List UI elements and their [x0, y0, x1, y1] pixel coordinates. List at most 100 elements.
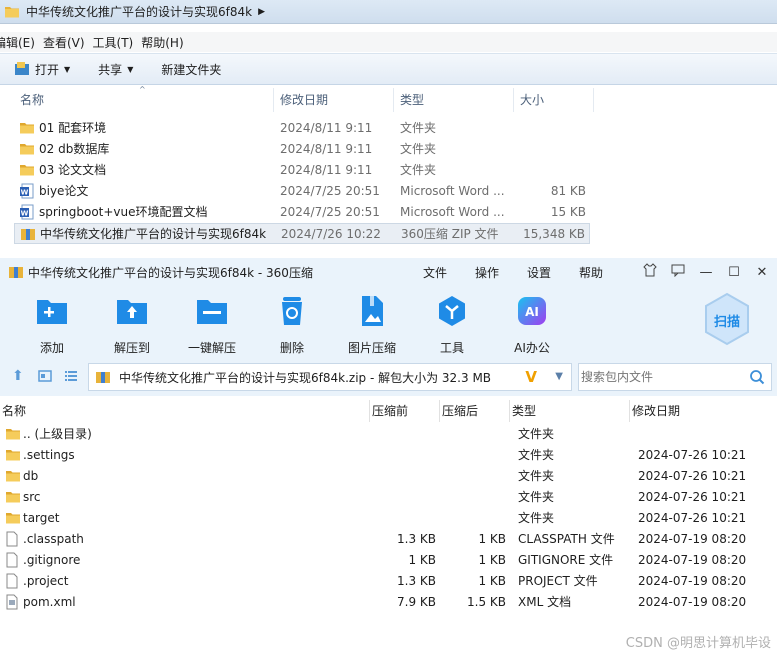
- image-compress-button[interactable]: 图片压缩: [332, 294, 412, 356]
- zip-row-name: .. (上级目录): [23, 427, 92, 441]
- explorer-row-name: 02 db数据库: [39, 142, 110, 156]
- thumbnail-view-icon[interactable]: [38, 369, 52, 386]
- zip-header-name[interactable]: 名称: [0, 400, 370, 422]
- zip-row[interactable]: .. (上级目录) 文件夹: [0, 424, 777, 445]
- zip-row-name: .gitignore: [23, 553, 81, 567]
- new-folder-button[interactable]: 新建文件夹: [147, 57, 235, 81]
- zip-row[interactable]: .settings 文件夹 2024-07-26 10:21: [0, 445, 777, 466]
- share-button[interactable]: 共享 ▼: [84, 57, 147, 81]
- zip-row-before: [370, 487, 436, 508]
- vip-v-icon[interactable]: V: [525, 368, 537, 386]
- image-compress-label: 图片压缩: [347, 341, 396, 355]
- zip-row-name: src: [23, 490, 41, 504]
- explorer-row-date: 2024/7/25 20:51: [280, 184, 380, 198]
- header-date[interactable]: 修改日期: [274, 88, 394, 112]
- zip-menu-action[interactable]: 操作: [461, 264, 513, 281]
- open-app-icon: [15, 62, 29, 75]
- explorer-row-date: 2024/8/11 9:11: [280, 163, 373, 177]
- zip-menu-help[interactable]: 帮助: [565, 264, 617, 281]
- zip-row-before: [370, 424, 436, 445]
- tools-button[interactable]: 工具: [412, 294, 492, 356]
- scan-button[interactable]: 扫描: [703, 292, 751, 346]
- zip-row-before: [370, 445, 436, 466]
- chevron-right-icon[interactable]: ▶: [258, 7, 265, 17]
- zip-menu-file[interactable]: 文件: [409, 264, 461, 281]
- skin-icon[interactable]: [639, 263, 661, 281]
- folder-icon: [5, 6, 19, 17]
- zip-row-type: XML 文档: [518, 595, 572, 609]
- zip-row-after: 1 KB: [478, 532, 506, 546]
- ai-office-button[interactable]: AI AI办公: [492, 294, 572, 356]
- zip-row-name: db: [23, 469, 39, 483]
- zip-header-before[interactable]: 压缩前: [370, 400, 440, 422]
- image-compress-icon: [362, 296, 383, 326]
- zip-header-after-label: 压缩后: [442, 404, 479, 418]
- explorer-row-size: 15 KB: [550, 205, 586, 219]
- zip-file-icon: [96, 372, 110, 383]
- feedback-icon[interactable]: [667, 263, 689, 281]
- zip-row[interactable]: .project 1.3 KB 1 KB PROJECT 文件 2024-07-19 0…: [0, 571, 777, 592]
- explorer-address-bar[interactable]: 中华传统文化推广平台的设计与实现6f84k ▶: [0, 0, 777, 24]
- zip-row[interactable]: target 文件夹 2024-07-26 10:21: [0, 508, 777, 529]
- delete-button[interactable]: 删除: [252, 294, 332, 356]
- explorer-row[interactable]: 03 论文文档 2024/8/11 9:11 文件夹: [14, 160, 590, 181]
- zip-row-after: 1 KB: [478, 574, 506, 588]
- header-size[interactable]: 大小: [514, 88, 594, 112]
- menu-help[interactable]: 帮助(H): [141, 34, 191, 51]
- zip-row-after: [440, 508, 506, 529]
- open-button[interactable]: 打开 ▼: [0, 57, 84, 81]
- zip-header-date[interactable]: 修改日期: [630, 400, 777, 422]
- explorer-row-type: 文件夹: [400, 121, 437, 135]
- zip-row[interactable]: .classpath 1.3 KB 1 KB CLASSPATH 文件 2024-07-…: [0, 529, 777, 550]
- zip-header-type-label: 类型: [512, 404, 537, 418]
- zip-header-after[interactable]: 压缩后: [440, 400, 510, 422]
- folder-icon: [19, 141, 35, 157]
- explorer-menubar: 编辑(E) 查看(V) 工具(T) 帮助(H): [0, 32, 777, 52]
- add-button[interactable]: 添加: [12, 294, 92, 356]
- search-icon[interactable]: [749, 369, 765, 388]
- header-name-label: 名称: [20, 93, 45, 107]
- tools-label: 工具: [439, 341, 464, 355]
- extract-to-button[interactable]: 解压到: [92, 294, 172, 356]
- zip-header-name-label: 名称: [2, 404, 27, 418]
- explorer-row[interactable]: 01 配套环境 2024/8/11 9:11 文件夹: [14, 118, 590, 139]
- address-path: 中华传统文化推广平台的设计与实现6f84k: [26, 5, 253, 19]
- dropdown-arrow-icon[interactable]: ▼: [555, 371, 563, 382]
- zip-row[interactable]: .gitignore 1 KB 1 KB GITIGNORE 文件 2024-07-19…: [0, 550, 777, 571]
- search-input[interactable]: [581, 370, 741, 384]
- zip-search-box[interactable]: [578, 363, 772, 391]
- menu-view[interactable]: 查看(V): [43, 34, 93, 51]
- menu-edit[interactable]: 编辑(E): [0, 34, 43, 51]
- explorer-row[interactable]: 02 db数据库 2024/8/11 9:11 文件夹: [14, 139, 590, 160]
- explorer-row-name: 中华传统文化推广平台的设计与实现6f84k: [40, 227, 267, 241]
- share-label: 共享: [98, 62, 123, 77]
- explorer-row[interactable]: 中华传统文化推广平台的设计与实现6f84k 2024/7/26 10:22 360压…: [14, 223, 590, 244]
- xml-file-icon: [5, 594, 19, 610]
- zip-row-type: 文件夹: [518, 427, 555, 441]
- explorer-row[interactable]: Wspringboot+vue环境配置文档 2024/7/25 20:51 Micr…: [14, 202, 590, 223]
- up-arrow-icon[interactable]: ⬆: [12, 368, 24, 384]
- one-click-extract-button[interactable]: 一键解压: [172, 294, 252, 356]
- close-button[interactable]: ✕: [751, 265, 773, 280]
- zip-row[interactable]: src 文件夹 2024-07-26 10:21: [0, 487, 777, 508]
- zip-row[interactable]: pom.xml 7.9 KB 1.5 KB XML 文档 2024-07-19 08:2…: [0, 592, 777, 613]
- explorer-row[interactable]: Wbiye论文 2024/7/25 20:51 Microsoft Word ...…: [14, 181, 590, 202]
- zip-path-box[interactable]: 中华传统文化推广平台的设计与实现6f84k.zip - 解包大小为 32.3 M…: [88, 363, 572, 391]
- zip-row-type: CLASSPATH 文件: [518, 532, 615, 546]
- zip-header-type[interactable]: 类型: [510, 400, 630, 422]
- header-size-label: 大小: [520, 93, 545, 107]
- explorer-row-name: biye论文: [39, 184, 89, 198]
- menu-tools[interactable]: 工具(T): [93, 34, 142, 51]
- zip-header-date-label: 修改日期: [632, 404, 681, 418]
- minimize-button[interactable]: —: [695, 265, 717, 280]
- zip-row-after: 1.5 KB: [467, 595, 506, 609]
- explorer-row-type: 360压缩 ZIP 文件: [401, 227, 499, 241]
- zip-row[interactable]: db 文件夹 2024-07-26 10:21: [0, 466, 777, 487]
- zip-row-name: target: [23, 511, 60, 525]
- header-type[interactable]: 类型: [394, 88, 514, 112]
- word-document-icon: W: [19, 204, 35, 220]
- zip-menu-settings[interactable]: 设置: [513, 264, 565, 281]
- list-view-icon[interactable]: [64, 369, 78, 386]
- maximize-button[interactable]: ☐: [723, 265, 745, 280]
- folder-icon: [19, 162, 35, 178]
